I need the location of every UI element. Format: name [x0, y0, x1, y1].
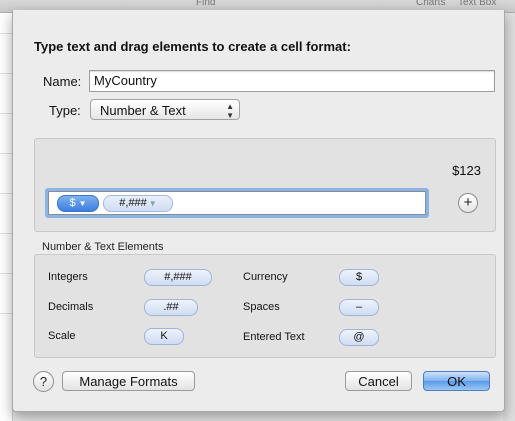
charts-toolbar-item[interactable]: Charts	[416, 0, 445, 8]
elements-panel: Integers #,### Decimals .## Scale K Curr…	[34, 254, 496, 358]
format-name-input[interactable]: MyCountry	[89, 70, 495, 92]
custom-format-dialog: Type text and drag elements to create a …	[12, 10, 505, 412]
triangle-down-icon[interactable]: ▼	[149, 199, 157, 208]
find-toolbar-item[interactable]: Find	[196, 0, 215, 8]
format-token-integers[interactable]: #,### ▼	[103, 195, 173, 212]
format-preview-panel: $123 $ ▼ #,### ▼ +	[34, 138, 496, 232]
token-label: #,###	[119, 197, 147, 209]
element-label-integers: Integers	[48, 271, 88, 283]
element-label-entered-text: Entered Text	[243, 331, 305, 343]
add-element-button[interactable]: +	[458, 193, 478, 213]
help-button[interactable]: ?	[33, 371, 54, 392]
format-type-select[interactable]: Number & Text ▲ ▼	[90, 99, 240, 120]
element-token-entered-text[interactable]: @	[339, 329, 379, 346]
triangle-down-icon[interactable]: ▼	[79, 199, 87, 208]
element-token-currency[interactable]: $	[339, 269, 379, 286]
manage-formats-button[interactable]: Manage Formats	[62, 371, 195, 391]
element-label-spaces: Spaces	[243, 301, 280, 313]
ok-button[interactable]: OK	[423, 371, 490, 391]
format-token-field[interactable]: $ ▼ #,### ▼	[48, 191, 426, 215]
element-token-decimals[interactable]: .##	[144, 299, 198, 316]
type-label: Type:	[49, 103, 81, 118]
text-box-toolbar-item[interactable]: Text Box	[458, 0, 496, 8]
format-preview-value: $123	[452, 163, 481, 178]
element-token-spaces[interactable]: –	[339, 299, 379, 316]
token-label: $	[69, 197, 76, 209]
element-token-integers[interactable]: #,###	[144, 269, 212, 286]
dialog-heading: Type text and drag elements to create a …	[34, 39, 351, 54]
element-label-decimals: Decimals	[48, 301, 94, 313]
type-select-value: Number & Text	[100, 103, 186, 118]
chevron-updown-icon: ▲ ▼	[226, 102, 234, 120]
format-token-currency[interactable]: $ ▼	[57, 195, 99, 212]
element-token-scale[interactable]: K	[144, 328, 184, 345]
name-label: Name:	[43, 74, 82, 89]
element-label-currency: Currency	[243, 271, 288, 283]
elements-section-title: Number & Text Elements	[42, 241, 164, 253]
element-label-scale: Scale	[48, 330, 76, 342]
cancel-button[interactable]: Cancel	[345, 371, 412, 391]
